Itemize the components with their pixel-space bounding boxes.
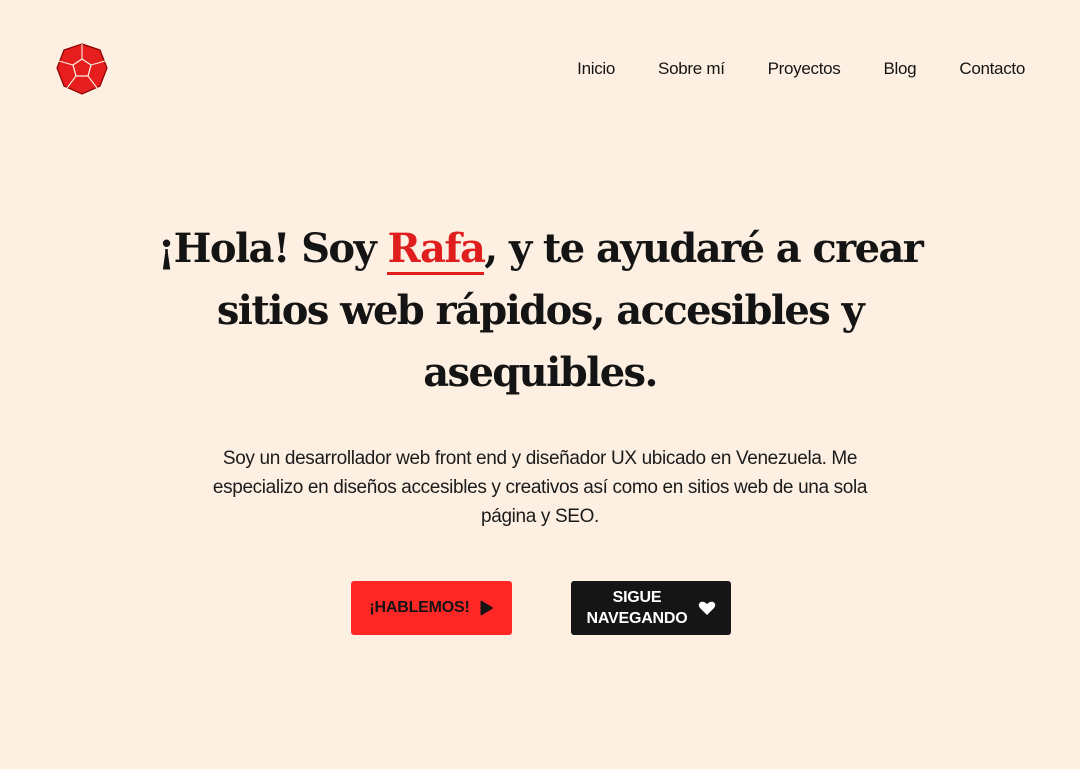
sigue-navegando-line1: SIGUE — [612, 589, 662, 606]
nav-item-inicio[interactable]: Inicio — [577, 58, 615, 80]
hero-title: ¡Hola! Soy Rafa, y te ayudaré a crear si… — [140, 218, 940, 404]
dodecahedron-logo-icon[interactable] — [55, 42, 109, 96]
sigue-navegando-button[interactable]: SIGUE NAVEGANDO — [571, 581, 731, 635]
hablemos-button-label: ¡HABLEMOS! — [369, 599, 470, 616]
sigue-navegando-line2: NAVEGANDO — [586, 610, 688, 627]
hero-description: Soy un desarrollador web front end y dis… — [212, 448, 868, 527]
hero-title-name: Rafa — [387, 225, 486, 275]
main-nav: Inicio Sobre mí Proyectos Blog Contacto — [577, 58, 1025, 80]
nav-item-contacto[interactable]: Contacto — [959, 58, 1025, 80]
nav-item-proyectos[interactable]: Proyectos — [768, 58, 841, 80]
nav-item-sobre-mi[interactable]: Sobre mí — [658, 58, 725, 80]
hablemos-button[interactable]: ¡HABLEMOS! — [351, 581, 512, 635]
sigue-navegando-label: SIGUE NAVEGANDO — [586, 587, 687, 629]
heart-icon — [698, 601, 716, 616]
play-icon — [480, 600, 494, 616]
nav-item-blog[interactable]: Blog — [884, 58, 917, 80]
hero-title-greeting: ¡Hola! Soy — [157, 225, 388, 272]
